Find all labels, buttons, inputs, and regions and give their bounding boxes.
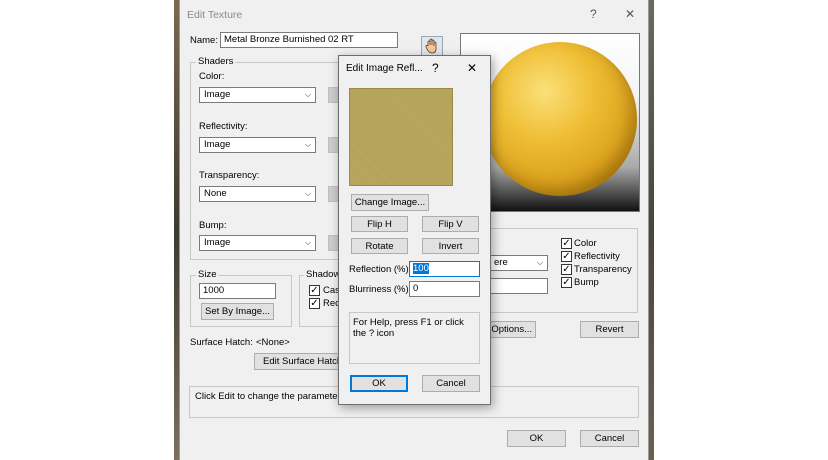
bump-shader-select[interactable]: Image ⌵ — [199, 235, 316, 251]
preview-sphere — [483, 42, 637, 196]
help-icon[interactable]: ? — [590, 7, 597, 21]
sub-ok-button[interactable]: OK — [350, 375, 408, 392]
preview-bump-label: Bump — [574, 277, 599, 288]
invert-button[interactable]: Invert — [422, 238, 479, 254]
edit-surface-hatch-button[interactable]: Edit Surface Hatch... — [254, 353, 344, 370]
color-shader-value: Image — [204, 89, 231, 100]
shaders-group-title: Shaders — [196, 56, 236, 67]
hand-icon — [425, 38, 437, 54]
sub-dialog-title: Edit Image Refl... — [346, 63, 423, 74]
shadow-receive-checkbox[interactable]: ✓ — [309, 298, 320, 309]
shadow-cast-checkbox[interactable]: ✓ — [309, 285, 320, 296]
chevron-down-icon: ⌵ — [304, 189, 311, 198]
preview-reflectivity-label: Reflectivity — [574, 251, 620, 262]
close-icon[interactable]: ✕ — [467, 61, 477, 75]
status-text: Click Edit to change the parameters of — [195, 391, 357, 402]
reflectivity-shader-select[interactable]: Image ⌵ — [199, 137, 316, 153]
options-button[interactable]: Options... — [490, 321, 536, 338]
image-swatch — [349, 88, 453, 186]
change-image-button[interactable]: Change Image... — [351, 194, 429, 211]
reflection-value: 100 — [413, 263, 429, 274]
name-label: Name: — [190, 35, 218, 46]
reflection-label: Reflection (%): — [349, 264, 412, 275]
name-input[interactable]: Metal Bronze Burnished 02 RT — [220, 32, 398, 48]
transparency-shader-select[interactable]: None ⌵ — [199, 186, 316, 202]
flip-v-button[interactable]: Flip V — [422, 216, 479, 232]
reflection-input[interactable]: 100 — [409, 261, 480, 277]
size-input[interactable]: 1000 — [199, 283, 276, 299]
chevron-down-icon: ⌵ — [304, 238, 311, 247]
preview-transparency-checkbox[interactable]: ✓ — [561, 264, 572, 275]
surface-hatch-value: <None> — [256, 337, 290, 348]
reflectivity-shader-value: Image — [204, 139, 231, 150]
set-by-image-button[interactable]: Set By Image... — [201, 303, 274, 320]
bump-label: Bump: — [199, 220, 227, 231]
options-button-label: Options... — [491, 324, 532, 335]
preview-bump-checkbox[interactable]: ✓ — [561, 277, 572, 288]
revert-button[interactable]: Revert — [580, 321, 639, 338]
rotate-button[interactable]: Rotate — [351, 238, 408, 254]
chevron-down-icon: ⌵ — [304, 90, 311, 99]
preview-transparency-label: Transparency — [574, 264, 632, 275]
preview-color-checkbox[interactable]: ✓ — [561, 238, 572, 249]
dialog-title: Edit Texture — [187, 9, 243, 21]
surface-hatch-label: Surface Hatch: — [190, 337, 253, 348]
help-icon[interactable]: ? — [432, 61, 439, 75]
edit-image-reflectivity-dialog: Edit Image Refl... ? ✕ Change Image... F… — [338, 55, 491, 405]
preview-color-label: Color — [574, 238, 597, 249]
ok-button[interactable]: OK — [507, 430, 566, 447]
cancel-button[interactable]: Cancel — [580, 430, 639, 447]
color-shader-select[interactable]: Image ⌵ — [199, 87, 316, 103]
bump-shader-value: Image — [204, 237, 231, 248]
blurriness-label: Blurriness (%): — [349, 284, 412, 295]
flip-h-button[interactable]: Flip H — [351, 216, 408, 232]
transparency-label: Transparency: — [199, 170, 260, 181]
close-icon[interactable]: ✕ — [625, 7, 635, 21]
reflectivity-label: Reflectivity: — [199, 121, 248, 132]
color-label: Color: — [199, 71, 225, 82]
size-group-title: Size — [196, 269, 219, 280]
transparency-shader-value: None — [204, 188, 227, 199]
help-text: For Help, press F1 or click the ? icon — [353, 317, 464, 339]
chevron-down-icon: ⌵ — [304, 140, 311, 149]
preview-reflectivity-checkbox[interactable]: ✓ — [561, 251, 572, 262]
sub-cancel-button[interactable]: Cancel — [422, 375, 480, 392]
hand-icon-button[interactable] — [421, 36, 443, 56]
blurriness-input[interactable]: 0 — [409, 281, 480, 297]
